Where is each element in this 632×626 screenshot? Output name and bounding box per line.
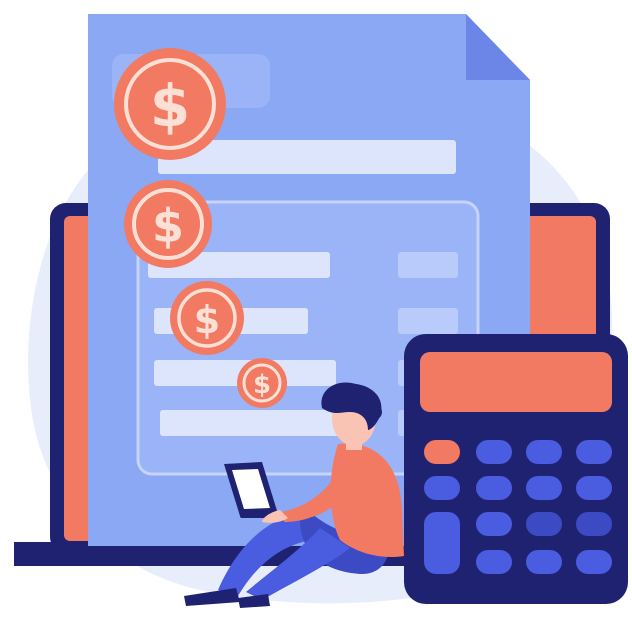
coin-symbol: $ [150, 72, 190, 140]
coin-symbol: $ [152, 199, 184, 253]
coin-symbol: $ [253, 370, 271, 400]
coin-icon: $ [124, 180, 212, 268]
coin-icon: $ [114, 48, 226, 160]
coin-symbol: $ [194, 298, 220, 342]
coin-icon: $ [170, 281, 244, 355]
calculator-icon [404, 334, 628, 604]
illustration-canvas: $ $ $ $ [14, 14, 628, 608]
finance-illustration: $ $ $ $ [0, 0, 632, 626]
coin-icon: $ [237, 358, 287, 408]
